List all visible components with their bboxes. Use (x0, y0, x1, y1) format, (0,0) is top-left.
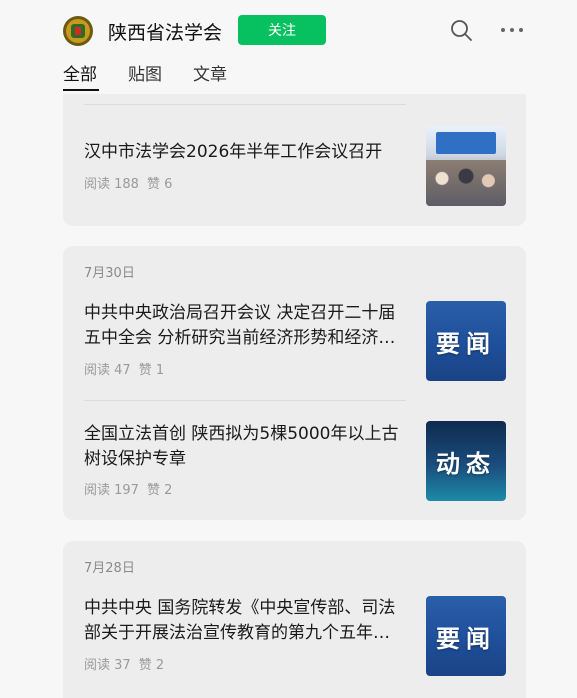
thumbnail-label: 要闻 (436, 623, 496, 653)
like-count: 赞 6 (146, 177, 173, 192)
article-list-page: 汉中市法学会2026年半年工作会议召开 阅读 188 赞 6 7月30日 中共中央… (0, 0, 577, 698)
article-group-card: 7月30日 中共中央政治局召开会议 决定召开二十届五中全会 分析研究当前经济形势… (63, 246, 526, 520)
divider (84, 400, 406, 401)
article-title[interactable]: 汉中市法学会2026年半年工作会议召开 (84, 140, 409, 165)
divider (84, 104, 406, 105)
tab-photos[interactable]: 贴图 (128, 60, 162, 85)
account-name[interactable]: 陕西省法学会 (108, 18, 222, 45)
group-date: 7月28日 (84, 561, 135, 576)
group-date: 7月30日 (84, 266, 135, 281)
active-tab-indicator (63, 89, 99, 91)
article-meta: 阅读 197 赞 2 (84, 479, 172, 498)
photo-banner (436, 132, 496, 154)
account-logo[interactable] (63, 16, 93, 46)
article-meta: 阅读 47 赞 1 (84, 359, 164, 378)
search-icon[interactable] (449, 18, 473, 42)
article-title[interactable]: 中共中央 国务院转发《中央宣传部、司法部关于开展法治宣传教育的第九个五年… (84, 596, 409, 646)
article-group-card: 7月28日 中共中央 国务院转发《中央宣传部、司法部关于开展法治宣传教育的第九个… (63, 541, 526, 698)
article-thumbnail[interactable]: 动态 (426, 421, 506, 501)
read-count: 阅读 188 (84, 177, 139, 192)
article-title[interactable]: 中共中央政治局召开会议 决定召开二十届五中全会 分析研究当前经济形势和经济… (84, 301, 409, 351)
tab-articles[interactable]: 文章 (193, 60, 227, 85)
tab-all[interactable]: 全部 (63, 60, 97, 85)
like-count: 赞 2 (138, 658, 165, 673)
read-count: 阅读 47 (84, 363, 131, 378)
article-thumbnail[interactable]: 要闻 (426, 301, 506, 381)
more-icon[interactable] (500, 27, 524, 33)
article-thumbnail[interactable] (426, 126, 506, 206)
follow-button[interactable]: 关注 (238, 15, 326, 45)
account-header: 陕西省法学会 关注 全部 贴图 文章 (0, 0, 577, 94)
like-count: 赞 2 (146, 483, 173, 498)
article-meta: 阅读 37 赞 2 (84, 654, 164, 673)
read-count: 阅读 37 (84, 658, 131, 673)
like-count: 赞 1 (138, 363, 165, 378)
article-thumbnail[interactable]: 要闻 (426, 596, 506, 676)
read-count: 阅读 197 (84, 483, 139, 498)
article-meta: 阅读 188 赞 6 (84, 173, 172, 192)
thumbnail-label: 要闻 (436, 328, 496, 358)
article-title[interactable]: 全国立法首创 陕西拟为5棵5000年以上古树设保护专章 (84, 422, 409, 472)
thumbnail-label: 动态 (436, 448, 496, 478)
photo-meeting-image (426, 160, 506, 206)
